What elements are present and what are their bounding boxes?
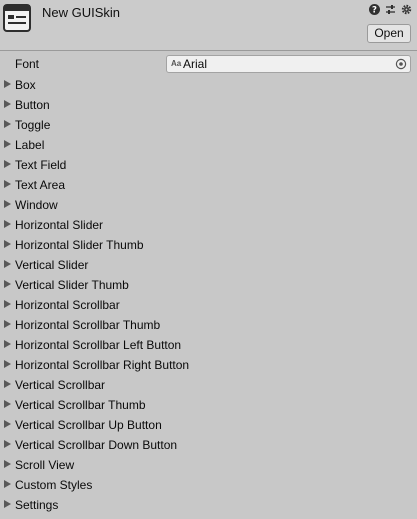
foldout-arrow-icon[interactable]	[4, 440, 11, 448]
foldout-label: Label	[15, 138, 45, 152]
foldout-arrow-icon[interactable]	[4, 80, 11, 88]
open-button[interactable]: Open	[367, 24, 411, 43]
foldout-row[interactable]: Horizontal Scrollbar Right Button	[0, 355, 417, 375]
foldout-label: Vertical Slider Thumb	[15, 278, 129, 292]
foldout-label: Horizontal Scrollbar	[15, 298, 120, 312]
foldout-row[interactable]: Horizontal Scrollbar Left Button	[0, 335, 417, 355]
header-icons: ?	[368, 3, 413, 16]
foldout-label: Vertical Scrollbar	[15, 378, 106, 392]
foldout-label: Vertical Scrollbar Thumb	[15, 398, 146, 412]
foldout-label: Vertical Scrollbar Down Button	[15, 438, 178, 452]
foldout-label: Horizontal Slider Thumb	[15, 238, 144, 252]
font-object-field[interactable]: Aa Arial	[166, 55, 411, 73]
foldout-label: Horizontal Scrollbar Left Button	[15, 338, 182, 352]
font-value: Arial	[183, 57, 208, 71]
settings-icon[interactable]	[400, 3, 413, 16]
foldout-arrow-icon[interactable]	[4, 100, 11, 108]
font-property-row: Font Aa Arial	[0, 55, 417, 73]
foldout-label: Button	[15, 98, 50, 112]
foldout-row[interactable]: Button	[0, 95, 417, 115]
foldout-row[interactable]: Text Field	[0, 155, 417, 175]
object-picker-icon[interactable]	[394, 57, 408, 71]
foldout-row[interactable]: Horizontal Slider	[0, 215, 417, 235]
foldout-arrow-icon[interactable]	[4, 380, 11, 388]
foldout-row[interactable]: Vertical Scrollbar Up Button	[0, 415, 417, 435]
foldout-label: Vertical Scrollbar Up Button	[15, 418, 162, 432]
foldout-arrow-icon[interactable]	[4, 200, 11, 208]
foldout-label: Horizontal Scrollbar Right Button	[15, 358, 190, 372]
svg-text:?: ?	[372, 6, 377, 15]
foldout-arrow-icon[interactable]	[4, 220, 11, 228]
foldout-arrow-icon[interactable]	[4, 500, 11, 508]
header-divider	[0, 50, 417, 51]
foldout-row[interactable]: Custom Styles	[0, 475, 417, 495]
foldout-label: Window	[15, 198, 58, 212]
style-foldout-list: Box Button Toggle Label Text Field Text Area W…	[0, 75, 417, 515]
foldout-label: Horizontal Slider	[15, 218, 104, 232]
foldout-arrow-icon[interactable]	[4, 460, 11, 468]
foldout-label: Horizontal Scrollbar Thumb	[15, 318, 161, 332]
foldout-row[interactable]: Horizontal Scrollbar	[0, 295, 417, 315]
foldout-row[interactable]: Settings	[0, 495, 417, 515]
foldout-label: Scroll View	[15, 458, 75, 472]
foldout-label: Text Field	[15, 158, 67, 172]
preset-icon[interactable]	[384, 3, 397, 16]
foldout-row[interactable]: Scroll View	[0, 455, 417, 475]
foldout-arrow-icon[interactable]	[4, 320, 11, 328]
foldout-arrow-icon[interactable]	[4, 280, 11, 288]
foldout-row[interactable]: Box	[0, 75, 417, 95]
foldout-row[interactable]: Horizontal Scrollbar Thumb	[0, 315, 417, 335]
foldout-arrow-icon[interactable]	[4, 340, 11, 348]
foldout-arrow-icon[interactable]	[4, 260, 11, 268]
font-asset-icon: Aa	[171, 59, 182, 68]
foldout-row[interactable]: Vertical Slider	[0, 255, 417, 275]
foldout-arrow-icon[interactable]	[4, 360, 11, 368]
foldout-label: Toggle	[15, 118, 51, 132]
foldout-label: Text Area	[15, 178, 66, 192]
foldout-row[interactable]: Text Area	[0, 175, 417, 195]
foldout-arrow-icon[interactable]	[4, 300, 11, 308]
foldout-row[interactable]: Vertical Slider Thumb	[0, 275, 417, 295]
foldout-arrow-icon[interactable]	[4, 400, 11, 408]
foldout-arrow-icon[interactable]	[4, 140, 11, 148]
help-icon[interactable]: ?	[368, 3, 381, 16]
font-label: Font	[15, 57, 40, 71]
foldout-arrow-icon[interactable]	[4, 480, 11, 488]
foldout-label: Box	[15, 78, 36, 92]
foldout-label: Custom Styles	[15, 478, 93, 492]
foldout-arrow-icon[interactable]	[4, 120, 11, 128]
foldout-row[interactable]: Window	[0, 195, 417, 215]
foldout-arrow-icon[interactable]	[4, 240, 11, 248]
foldout-row[interactable]: Horizontal Slider Thumb	[0, 235, 417, 255]
asset-title: New GUISkin	[42, 5, 121, 20]
foldout-row[interactable]: Vertical Scrollbar	[0, 375, 417, 395]
foldout-row[interactable]: Vertical Scrollbar Thumb	[0, 395, 417, 415]
foldout-row[interactable]: Label	[0, 135, 417, 155]
foldout-arrow-icon[interactable]	[4, 160, 11, 168]
inspector-header: New GUISkin ? Open	[0, 0, 417, 50]
foldout-label: Vertical Slider	[15, 258, 89, 272]
foldout-arrow-icon[interactable]	[4, 180, 11, 188]
foldout-row[interactable]: Vertical Scrollbar Down Button	[0, 435, 417, 455]
foldout-label: Settings	[15, 498, 59, 512]
guiskin-asset-icon	[3, 4, 31, 32]
foldout-arrow-icon[interactable]	[4, 420, 11, 428]
foldout-row[interactable]: Toggle	[0, 115, 417, 135]
